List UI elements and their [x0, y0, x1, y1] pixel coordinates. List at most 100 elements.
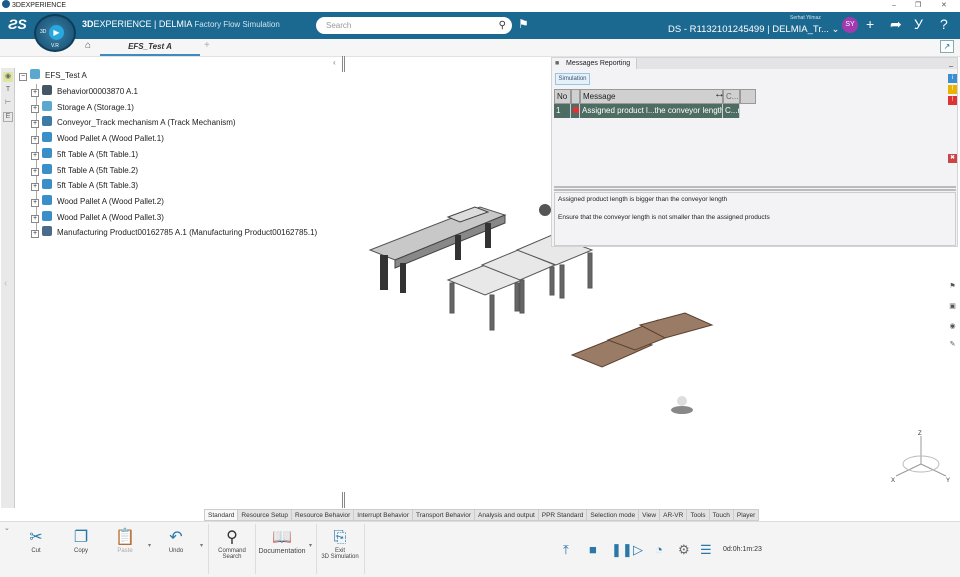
bottom-splitter[interactable] [342, 492, 345, 508]
row-message[interactable]: Assigned product l...the conveyor length [580, 104, 723, 118]
undo-button[interactable]: ↶ Undo [164, 528, 188, 554]
documentation-button[interactable]: 📖 Documentation [258, 528, 306, 555]
ribbon-tab[interactable]: Resource Behavior [291, 509, 355, 521]
tree-item[interactable]: + Wood Pallet A (Wood Pallet.3) [31, 210, 164, 225]
camera-icon[interactable]: ▣ [947, 302, 958, 314]
warning-icon[interactable]: ! [948, 85, 957, 94]
close-button[interactable]: ✕ [941, 0, 947, 12]
ribbon-tab[interactable]: Selection mode [586, 509, 640, 521]
speed-gauge-icon[interactable]: ◔ [655, 542, 663, 557]
panel-splitter[interactable] [342, 56, 345, 72]
command-search-button[interactable]: ⚲ Command Search [215, 528, 249, 560]
expand-icon[interactable]: + [31, 214, 39, 223]
tab-efs-test-a[interactable]: EFS_Test A [100, 40, 200, 56]
minimize-panel-button[interactable]: _ [949, 58, 953, 69]
tree-item[interactable]: + Manufacturing Product00162785 A.1 (Manu… [31, 226, 317, 240]
ribbon-tab[interactable]: Interrupt Behavior [353, 509, 413, 521]
column-header-message[interactable]: Message [580, 89, 723, 104]
export-icon[interactable]: ⤒ [563, 542, 569, 558]
column-header-type[interactable] [571, 89, 580, 104]
ribbon-tab[interactable]: AR-VR [659, 509, 688, 521]
source-marker[interactable] [671, 396, 693, 414]
relation-icon[interactable]: ⊢ [3, 98, 13, 108]
list-icon[interactable]: E [3, 112, 13, 122]
clear-icon[interactable]: ✖ [948, 154, 957, 163]
stop-icon[interactable]: ■ [589, 542, 597, 557]
ribbon-tab[interactable]: View [638, 509, 661, 521]
simulation-filter-button[interactable]: Simulation [555, 73, 590, 85]
play-step-icon[interactable]: ▷ [633, 542, 643, 558]
minimize-button[interactable]: – [892, 0, 896, 12]
tree-item[interactable]: + Wood Pallet A (Wood Pallet.1) [31, 132, 164, 146]
expand-icon[interactable]: + [31, 120, 39, 129]
documentation-dropdown-icon[interactable]: ▾ [309, 542, 312, 549]
ribbon-tab[interactable]: PPR Standard [537, 509, 588, 521]
list-icon[interactable]: ☰ [700, 542, 712, 558]
pin-icon[interactable]: ✎ [947, 340, 958, 352]
avatar[interactable]: SY [842, 17, 858, 33]
help-icon[interactable]: ? [940, 16, 948, 32]
detail-splitter[interactable] [554, 186, 956, 191]
comment-icon[interactable]: ◉ [947, 322, 958, 334]
ribbon-tab[interactable]: Resource Setup [237, 509, 293, 521]
tag-icon[interactable]: ⚑ [518, 17, 529, 31]
exit-3d-simulation-button[interactable]: ⎘ Exit 3D Simulation [318, 528, 362, 560]
expand-icon[interactable]: + [31, 167, 39, 176]
filter-icon[interactable]: ◉ [3, 72, 13, 82]
tree-item[interactable]: +5ft Table A (5ft Table.3) [31, 179, 138, 193]
expand-icon[interactable]: + [31, 198, 39, 207]
paste-button[interactable]: 📋 Paste [114, 528, 136, 554]
play-icon[interactable]: ▶ [49, 25, 64, 40]
tenant-selector[interactable]: DS - R1132101245499 | DELMIA_Tr... ⌄ [668, 24, 840, 35]
column-header-c[interactable]: C... [723, 89, 740, 104]
expand-icon[interactable]: + [31, 136, 39, 145]
expand-icon[interactable]: + [31, 89, 39, 97]
settings-icon[interactable]: ⚙ [678, 542, 690, 558]
info-icon[interactable]: i [948, 74, 957, 83]
cut-button[interactable]: ✂ Cut [26, 528, 46, 554]
ribbon-tab[interactable]: Transport Behavior [411, 509, 476, 521]
compass-widget[interactable]: ▶ 3D V.R [34, 14, 76, 52]
collapse-tree-icon[interactable]: ‹ [333, 58, 336, 67]
share-icon[interactable]: ➦ [890, 16, 902, 33]
wood-pallets-model[interactable] [570, 312, 714, 368]
add-tab-button[interactable]: + [204, 40, 210, 51]
expand-icon[interactable]: + [31, 104, 39, 113]
expand-icon[interactable]: + [31, 151, 39, 160]
tree-item[interactable]: + Storage A (Storage.1) [31, 100, 134, 115]
collapse-view-button[interactable]: ↗ [940, 40, 954, 53]
expand-icon[interactable]: + [31, 183, 39, 192]
axis-compass[interactable]: Z X Y [888, 428, 954, 486]
copy-button[interactable]: ❐ Copy [70, 528, 92, 554]
tree-item[interactable]: +5ft Table A (5ft Table.2) [31, 163, 138, 178]
robot-marker[interactable] [539, 204, 551, 216]
paste-dropdown-icon[interactable]: ▾ [148, 542, 151, 549]
error-filter-icon[interactable]: ! [948, 96, 957, 105]
expand-panel-arrow-icon[interactable]: ‹ [4, 278, 7, 289]
add-icon[interactable]: + [866, 16, 874, 32]
expand-icon[interactable]: + [31, 230, 39, 239]
search-input[interactable]: Search ⚲ [316, 17, 512, 34]
ribbon-tab[interactable]: Touch [708, 509, 734, 521]
ds-logo-icon[interactable]: ƧS [8, 16, 27, 32]
row-number[interactable]: 1 [554, 104, 571, 118]
home-icon[interactable]: ⌂ [85, 40, 91, 51]
row-c[interactable]: C...m [723, 104, 740, 118]
tree-root[interactable]: − EFS_Test A [19, 69, 87, 83]
undo-dropdown-icon[interactable]: ▾ [200, 542, 203, 549]
ribbon-tab[interactable]: Player [732, 509, 760, 521]
table-model[interactable] [446, 234, 594, 331]
tree-item[interactable]: + Conveyor_Track mechanism A (Track Mecha… [31, 116, 236, 130]
search-icon[interactable]: ⚲ [499, 17, 506, 34]
pause-icon[interactable]: ❚❚ [611, 542, 633, 558]
restore-button[interactable]: ❐ [915, 0, 921, 12]
community-icon[interactable]: У [914, 16, 923, 32]
ribbon-toggle-icon[interactable]: ⌄ [4, 524, 10, 532]
tree-item[interactable]: +5ft Table A (5ft Table.1) [31, 147, 138, 162]
messages-tab[interactable]: ■ Messages Reporting [552, 58, 638, 69]
tree-item[interactable]: + Behavior00003870 A.1 [31, 85, 138, 99]
column-header-no[interactable]: No [554, 89, 571, 104]
ribbon-tab[interactable]: Standard [204, 509, 239, 521]
tree-item[interactable]: + Wood Pallet A (Wood Pallet.2) [31, 194, 164, 209]
flag-icon[interactable]: ⚑ [947, 282, 958, 294]
